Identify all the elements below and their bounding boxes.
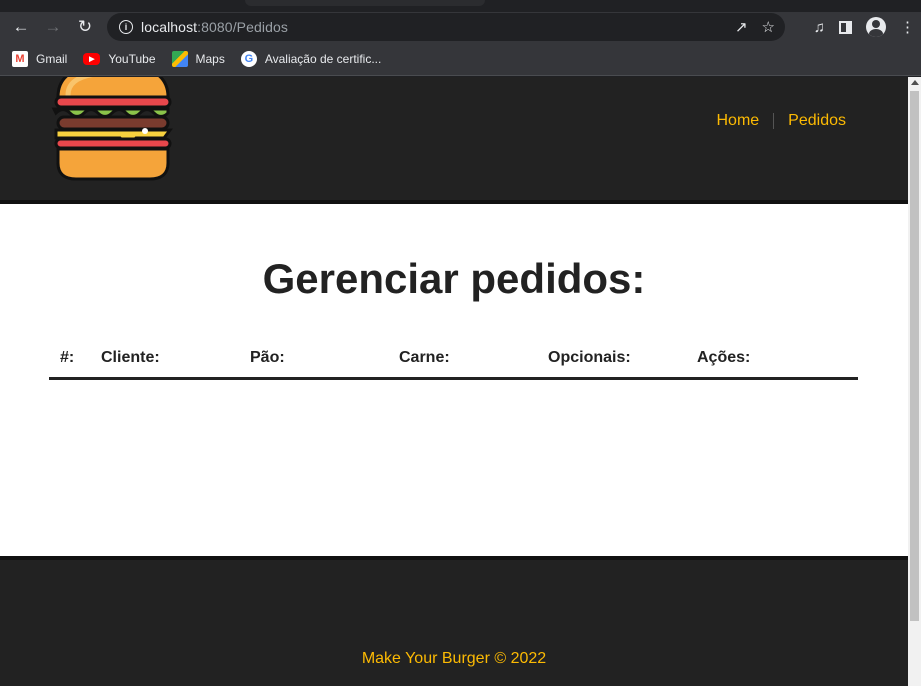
side-panel-icon[interactable] — [839, 20, 852, 34]
table-header-row: #: Cliente: Pão: Carne: Opcionais: Ações… — [49, 338, 858, 377]
bookmark-label: Maps — [195, 51, 225, 66]
column-header-extras: Opcionais: — [548, 348, 631, 366]
column-header-id: #: — [60, 348, 75, 366]
orders-table: #: Cliente: Pão: Carne: Opcionais: Ações… — [49, 338, 858, 380]
reload-icon: ↻ — [77, 17, 93, 36]
menu-dots-icon[interactable]: ⋮ — [900, 18, 915, 36]
youtube-icon: ▶ — [83, 52, 101, 65]
nav-home-link[interactable]: Home — [716, 112, 759, 130]
bookmark-youtube[interactable]: ▶ YouTube — [83, 51, 156, 66]
page-title: Gerenciar pedidos: — [262, 255, 646, 302]
gmail-icon: M — [12, 50, 28, 67]
info-icon[interactable]: i — [119, 20, 133, 34]
star-icon[interactable]: ☆ — [762, 18, 775, 36]
column-header-bread: Pão: — [250, 348, 285, 366]
main-nav: Home Pedidos — [716, 112, 846, 130]
browser-toolbar: ← → ↻ i localhost:8080/Pedidos ↗ ☆ ♫ ⋮ — [0, 12, 921, 42]
scrollbar-thumb[interactable] — [910, 91, 919, 621]
bookmarks-bar: M Gmail ▶ YouTube Maps G Avaliação de ce… — [0, 42, 921, 76]
footer-copyright: Make Your Burger © 2022 — [361, 650, 547, 667]
forward-button[interactable]: → — [37, 12, 69, 42]
tab-strip — [0, 0, 921, 12]
nav-orders-link[interactable]: Pedidos — [788, 112, 846, 130]
arrow-left-icon: ← — [12, 17, 30, 36]
arrow-right-icon: → — [44, 17, 62, 36]
url-host: localhost — [141, 19, 198, 35]
column-header-client: Cliente: — [101, 348, 160, 366]
scroll-up-arrow-icon[interactable] — [911, 80, 919, 85]
url-path: :8080/Pedidos — [197, 19, 288, 35]
media-queue-icon[interactable]: ♫ — [814, 19, 825, 36]
maps-icon — [171, 50, 188, 67]
reload-button[interactable]: ↻ — [69, 12, 101, 42]
burger-logo-icon[interactable] — [50, 77, 176, 185]
site-header: Home Pedidos — [0, 77, 908, 204]
bookmark-maps[interactable]: Maps — [171, 50, 225, 67]
share-icon[interactable]: ↗ — [735, 18, 748, 36]
site-footer: Make Your Burger © 2022 — [0, 556, 908, 686]
google-icon: G — [240, 50, 257, 67]
address-bar[interactable]: i localhost:8080/Pedidos ↗ ☆ — [107, 13, 785, 41]
column-header-meat: Carne: — [399, 348, 450, 366]
active-tab[interactable] — [245, 0, 485, 6]
back-button[interactable]: ← — [5, 12, 37, 42]
bookmark-gmail[interactable]: M Gmail — [12, 50, 68, 67]
bookmark-label: Gmail — [36, 51, 68, 66]
page-viewport: Home Pedidos Gerenciar pedidos: #: Clien… — [0, 77, 908, 686]
profile-icon[interactable] — [866, 17, 886, 37]
nav-divider — [773, 113, 775, 129]
bookmark-label: Avaliação de certific... — [264, 51, 382, 66]
bookmark-label: YouTube — [108, 51, 156, 66]
page-scrollbar[interactable] — [908, 77, 921, 686]
url-text[interactable]: localhost:8080/Pedidos — [141, 19, 288, 35]
column-header-actions: Ações: — [697, 348, 751, 366]
bookmark-google-cert[interactable]: G Avaliação de certific... — [240, 50, 382, 67]
